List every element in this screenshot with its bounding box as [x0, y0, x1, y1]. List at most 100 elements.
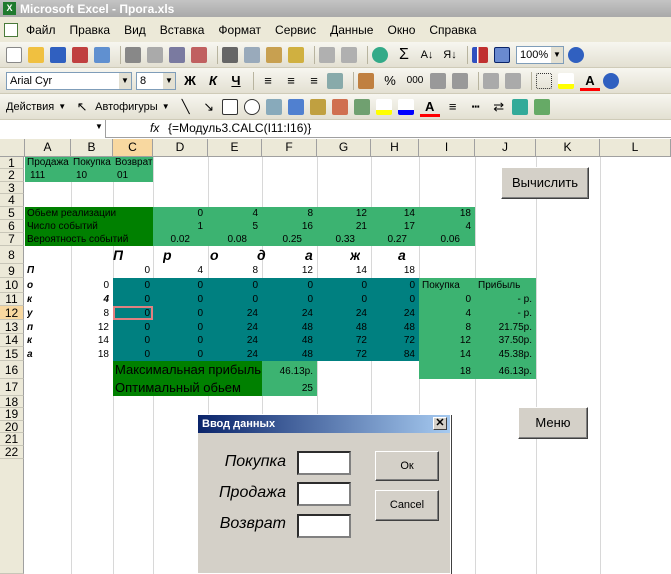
profit-value-cell[interactable]: - р. [475, 294, 532, 305]
clipart-icon[interactable] [331, 98, 348, 115]
buy-row-header[interactable]: 18 [71, 349, 109, 360]
col-header-k[interactable]: K [536, 139, 600, 157]
col-header-h[interactable]: H [371, 139, 419, 157]
3d-icon[interactable] [533, 98, 550, 115]
chevron-down-icon[interactable]: ▼ [95, 122, 103, 131]
row-header[interactable]: 7 [0, 233, 24, 246]
font-size-select[interactable]: 8 ▼ [136, 71, 176, 90]
buy-row-header[interactable]: 14 [71, 335, 109, 346]
font-color-icon[interactable]: A [419, 97, 440, 117]
matrix-cell[interactable]: 0 [371, 294, 415, 305]
matrix-cell[interactable]: 0 [113, 308, 150, 319]
matrix-cell[interactable]: 0 [208, 280, 258, 291]
bold-button[interactable]: Ж [180, 71, 200, 91]
underline-button[interactable]: Ч [226, 71, 246, 91]
prob-label[interactable]: Вероятность событий [27, 234, 128, 245]
undo-icon[interactable] [319, 46, 335, 63]
cancel-button[interactable]: Cancel [375, 490, 439, 521]
sales-col-header[interactable]: 4 [153, 265, 203, 276]
matrix-cell[interactable]: 48 [317, 322, 367, 333]
autosum-icon[interactable]: Σ [394, 45, 414, 65]
volume-cell[interactable]: 12 [317, 208, 367, 219]
select-all-corner[interactable] [0, 139, 25, 157]
hyperlink-icon[interactable] [372, 46, 388, 63]
permission-icon[interactable] [72, 46, 88, 63]
select-objects-icon[interactable]: ↖ [72, 97, 92, 117]
align-right-icon[interactable]: ≡ [304, 71, 324, 91]
profit-value-cell[interactable]: - р. [475, 308, 532, 319]
row-header[interactable]: 9 [0, 264, 24, 278]
matrix-cell[interactable]: 24 [371, 308, 415, 319]
buy-row-header[interactable]: 0 [71, 280, 109, 291]
rectangle-icon[interactable] [221, 98, 238, 115]
dash-style-icon[interactable]: ┅ [466, 97, 486, 117]
max-profit-value[interactable]: 46.13р. [262, 366, 313, 377]
row-header[interactable]: 17 [0, 379, 24, 396]
col-header-l[interactable]: L [600, 139, 671, 157]
borders-icon[interactable] [536, 72, 552, 89]
font-select[interactable]: Arial Cyr ▼ [6, 71, 132, 90]
matrix-cell[interactable]: 24 [262, 308, 313, 319]
menu-button[interactable]: Меню [518, 407, 588, 439]
zoom-select[interactable]: 100% ▼ [516, 45, 564, 64]
matrix-cell[interactable]: 0 [113, 349, 150, 360]
new-icon[interactable] [6, 46, 22, 63]
buy-row-header[interactable]: 4 [71, 294, 109, 305]
matrix-cell[interactable]: 0 [153, 308, 203, 319]
calculate-button[interactable]: Вычислить [501, 167, 589, 199]
volume-label[interactable]: Обьем реализации [27, 208, 116, 219]
email-icon[interactable] [94, 46, 110, 63]
prob-cell[interactable]: 0.06 [419, 234, 460, 245]
menu-help[interactable]: Справка [429, 23, 476, 37]
sell-header[interactable]: Продажа [27, 157, 69, 168]
font-color-icon[interactable]: A [580, 71, 600, 91]
profit-table-profit-header[interactable]: Прибыль [478, 280, 520, 291]
profit-value-cell[interactable]: 21.75р. [475, 322, 532, 333]
matrix-cell[interactable]: 24 [208, 335, 258, 346]
volume-cell[interactable]: 8 [262, 208, 313, 219]
profit-buy-cell[interactable]: 8 [419, 322, 471, 333]
buy-input[interactable] [297, 451, 351, 475]
matrix-cell[interactable]: 48 [262, 349, 313, 360]
row-header[interactable]: 11 [0, 293, 24, 306]
count-label[interactable]: Число событий [27, 221, 98, 232]
matrix-cell[interactable]: 0 [262, 280, 313, 291]
prob-cell[interactable]: 0.02 [153, 234, 190, 245]
redo-icon[interactable] [341, 46, 357, 63]
arrow-icon[interactable]: ↘ [199, 97, 219, 117]
volume-cell[interactable]: 18 [419, 208, 471, 219]
return-input[interactable] [297, 514, 351, 538]
prob-cell[interactable]: 0.33 [317, 234, 355, 245]
sales-col-header[interactable]: 12 [262, 265, 313, 276]
volume-cell[interactable]: 14 [371, 208, 415, 219]
matrix-cell[interactable]: 0 [208, 294, 258, 305]
matrix-cell[interactable]: 0 [317, 280, 367, 291]
actions-menu[interactable]: Действия [6, 101, 54, 113]
research-icon[interactable] [191, 46, 207, 63]
col-header-b[interactable]: B [71, 139, 113, 157]
optimal-volume-value[interactable]: 25 [262, 383, 313, 394]
matrix-cell[interactable]: 0 [153, 280, 203, 291]
count-cell[interactable]: 1 [153, 221, 203, 232]
matrix-cell[interactable]: 48 [371, 322, 415, 333]
menu-tools[interactable]: Сервис [275, 23, 316, 37]
menu-file[interactable]: Файл [26, 23, 56, 37]
profit-buy-cell[interactable]: 0 [419, 294, 471, 305]
return-header[interactable]: Возврат [115, 157, 153, 168]
formula-input[interactable]: {=Модуль3.CALC(I11:I16)} [168, 121, 311, 135]
profit-value-cell[interactable]: 45.38р. [475, 349, 532, 360]
line-style-icon[interactable]: ≡ [443, 97, 463, 117]
align-left-icon[interactable]: ≡ [258, 71, 278, 91]
chart-wizard-icon[interactable] [472, 46, 488, 63]
row-header[interactable]: 10 [0, 278, 24, 293]
matrix-cell[interactable]: 72 [317, 335, 367, 346]
count-cell[interactable]: 4 [419, 221, 471, 232]
menu-data[interactable]: Данные [330, 23, 373, 37]
textbox-icon[interactable] [265, 98, 282, 115]
save-icon[interactable] [50, 46, 66, 63]
fill-color-icon[interactable] [375, 98, 392, 115]
prob-cell[interactable]: 0.08 [208, 234, 247, 245]
line-color-icon[interactable] [397, 98, 414, 115]
matrix-cell[interactable]: 24 [208, 349, 258, 360]
volume-cell[interactable]: 4 [208, 208, 258, 219]
